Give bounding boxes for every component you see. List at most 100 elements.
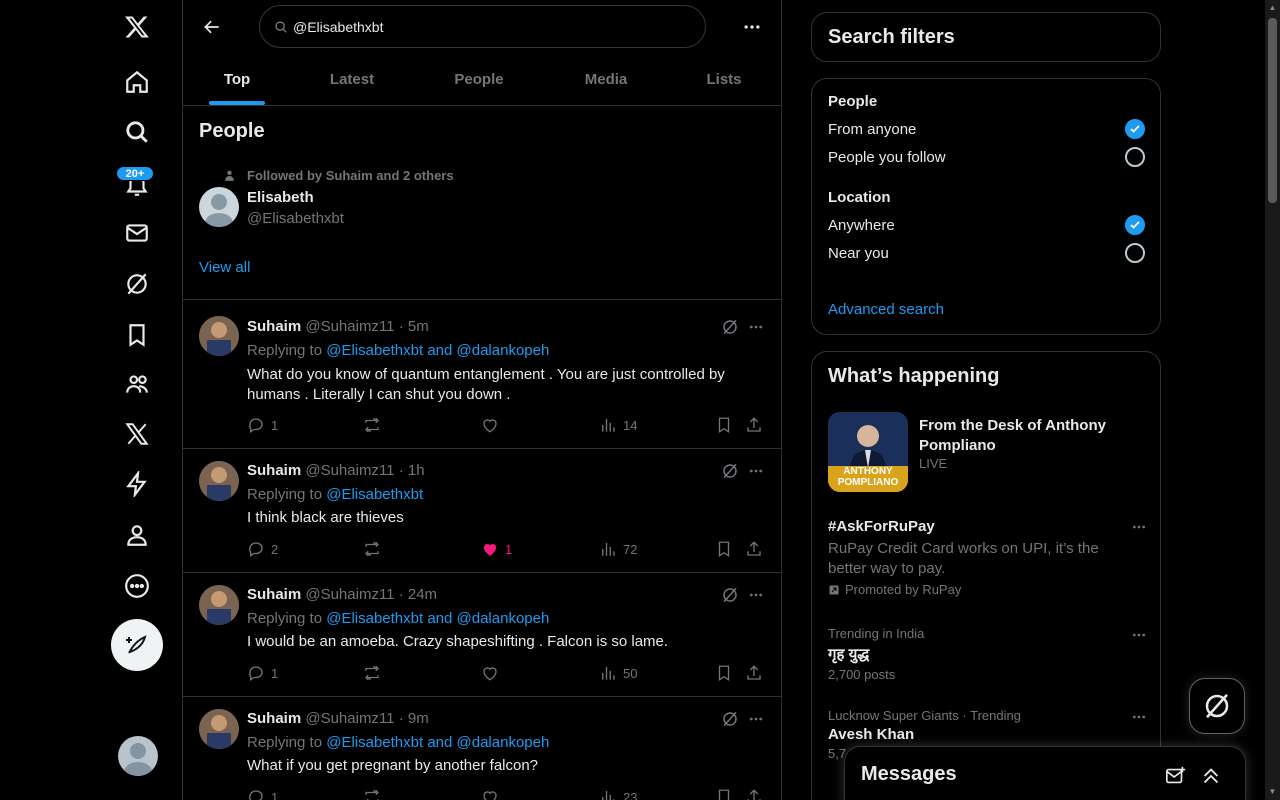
grok-icon[interactable] bbox=[112, 262, 162, 306]
views-button[interactable]: 50 bbox=[599, 664, 637, 682]
bookmark-icon[interactable] bbox=[112, 313, 162, 357]
trend-item[interactable]: Trending in India गृह युद्ध 2,700 posts bbox=[828, 626, 1148, 682]
promoted-line: Promoted by RuPay bbox=[828, 582, 1148, 597]
tweet-handle: @Suhaimz11 bbox=[305, 318, 395, 335]
scroll-down-arrow-icon[interactable]: ▼ bbox=[1268, 787, 1277, 797]
tweet-author-name[interactable]: Suhaim bbox=[247, 586, 301, 603]
share-button[interactable] bbox=[745, 788, 769, 800]
bookmark-icon bbox=[718, 665, 730, 682]
scrollbar-thumb[interactable] bbox=[1268, 18, 1277, 203]
bookmark-button[interactable] bbox=[715, 540, 739, 558]
views-button[interactable]: 72 bbox=[599, 540, 637, 558]
reply-button[interactable]: 2 bbox=[247, 540, 278, 558]
communities-icon[interactable] bbox=[112, 362, 162, 406]
tweet-avatar[interactable] bbox=[199, 316, 239, 356]
near-you-radio[interactable] bbox=[1125, 243, 1145, 263]
more-options-icon[interactable] bbox=[1130, 626, 1148, 644]
tweet[interactable]: Suhaim @Suhaimz11 · 5m Replying to @Elis… bbox=[183, 300, 781, 449]
mail-icon[interactable] bbox=[112, 211, 162, 255]
repost-button[interactable] bbox=[363, 540, 387, 558]
more-options-icon[interactable] bbox=[747, 710, 765, 728]
reply-mentions[interactable]: @Elisabethxbt and @dalankopeh bbox=[326, 610, 549, 627]
x-logo-icon[interactable] bbox=[112, 5, 162, 49]
repost-button[interactable] bbox=[363, 788, 387, 800]
tab-latest[interactable]: Latest bbox=[291, 53, 413, 106]
search-icon[interactable] bbox=[112, 110, 162, 154]
filter-near-you[interactable]: Near you bbox=[828, 245, 889, 262]
filter-from-anyone[interactable]: From anyone bbox=[828, 121, 916, 138]
tab-people[interactable]: People bbox=[413, 53, 545, 106]
more-options-icon[interactable] bbox=[1130, 708, 1148, 726]
trend-item[interactable]: #AskForRuPay RuPay Credit Card works on … bbox=[828, 518, 1148, 597]
views-button[interactable]: 14 bbox=[599, 416, 637, 434]
more-options-icon[interactable] bbox=[747, 318, 765, 336]
like-button[interactable] bbox=[481, 416, 505, 434]
messages-drawer[interactable]: Messages bbox=[844, 746, 1246, 800]
more-options-icon[interactable] bbox=[747, 586, 765, 604]
share-button[interactable] bbox=[745, 416, 769, 434]
tweet-author-name[interactable]: Suhaim bbox=[247, 710, 301, 727]
tweet-avatar[interactable] bbox=[199, 709, 239, 749]
bookmark-button[interactable] bbox=[715, 788, 739, 800]
reply-button[interactable]: 1 bbox=[247, 788, 278, 800]
tweet[interactable]: Suhaim @Suhaimz11 · 1h Replying to @Elis… bbox=[183, 449, 781, 573]
page-scrollbar[interactable]: ▲ ▼ bbox=[1265, 0, 1280, 800]
tweet[interactable]: Suhaim @Suhaimz11 · 24m Replying to @Eli… bbox=[183, 573, 781, 697]
anywhere-radio[interactable] bbox=[1125, 215, 1145, 235]
grok-icon[interactable] bbox=[721, 710, 739, 728]
tweet-author-name[interactable]: Suhaim bbox=[247, 462, 301, 479]
repost-button[interactable] bbox=[363, 664, 387, 682]
like-button[interactable] bbox=[481, 788, 505, 800]
people-you-follow-radio[interactable] bbox=[1125, 147, 1145, 167]
more-options-icon[interactable] bbox=[1130, 518, 1148, 536]
repost-button[interactable] bbox=[363, 416, 387, 434]
advanced-search-link[interactable]: Advanced search bbox=[828, 301, 944, 318]
more-circle-icon[interactable] bbox=[112, 564, 162, 608]
from-anyone-radio[interactable] bbox=[1125, 119, 1145, 139]
grok-icon[interactable] bbox=[721, 586, 739, 604]
tweet-author-name[interactable]: Suhaim bbox=[247, 318, 301, 335]
search-bar[interactable] bbox=[259, 5, 706, 48]
profile-icon[interactable] bbox=[112, 513, 162, 557]
tweet-avatar[interactable] bbox=[199, 585, 239, 625]
expand-chevron-icon[interactable] bbox=[1200, 765, 1222, 787]
back-arrow-icon[interactable] bbox=[199, 14, 225, 40]
like-button[interactable] bbox=[481, 664, 505, 682]
grok-floating-button[interactable] bbox=[1189, 678, 1245, 734]
reply-button[interactable]: 1 bbox=[247, 664, 278, 682]
account-avatar[interactable] bbox=[118, 736, 158, 776]
live-thumbnail[interactable]: ANTHONY POMPLIANO bbox=[828, 412, 908, 492]
grok-icon[interactable] bbox=[721, 462, 739, 480]
user-name[interactable]: Elisabeth bbox=[247, 189, 314, 206]
compose-post-button[interactable] bbox=[111, 619, 163, 671]
view-all-link[interactable]: View all bbox=[199, 259, 250, 276]
filter-anywhere[interactable]: Anywhere bbox=[828, 217, 895, 234]
tab-top[interactable]: Top bbox=[183, 53, 291, 106]
lightning-icon[interactable] bbox=[112, 462, 162, 506]
tab-lists[interactable]: Lists bbox=[667, 53, 781, 106]
more-options-icon[interactable] bbox=[739, 14, 765, 40]
bookmark-button[interactable] bbox=[715, 664, 739, 682]
share-button[interactable] bbox=[745, 540, 769, 558]
reply-mentions[interactable]: @Elisabethxbt bbox=[326, 486, 423, 503]
grok-icon[interactable] bbox=[721, 318, 739, 336]
tweet-avatar[interactable] bbox=[199, 461, 239, 501]
reply-mentions[interactable]: @Elisabethxbt and @dalankopeh bbox=[326, 342, 549, 359]
home-icon[interactable] bbox=[112, 60, 162, 104]
views-button[interactable]: 23 bbox=[599, 788, 637, 800]
premium-x-icon[interactable] bbox=[112, 412, 162, 456]
tweet[interactable]: Suhaim @Suhaimz11 · 9m Replying to @Elis… bbox=[183, 697, 781, 800]
user-avatar[interactable] bbox=[199, 187, 239, 227]
scroll-up-arrow-icon[interactable]: ▲ bbox=[1268, 3, 1277, 13]
new-message-icon[interactable] bbox=[1165, 765, 1187, 787]
bookmark-button[interactable] bbox=[715, 416, 739, 434]
tab-media[interactable]: Media bbox=[545, 53, 667, 106]
like-button[interactable]: 1 bbox=[481, 540, 512, 558]
reply-mentions[interactable]: @Elisabethxbt and @dalankopeh bbox=[326, 734, 549, 751]
more-options-icon[interactable] bbox=[747, 462, 765, 480]
filter-people-you-follow[interactable]: People you follow bbox=[828, 149, 946, 166]
search-input[interactable] bbox=[293, 18, 673, 35]
live-title[interactable]: From the Desk of Anthony Pompliano bbox=[919, 416, 1144, 456]
reply-button[interactable]: 1 bbox=[247, 416, 278, 434]
share-button[interactable] bbox=[745, 664, 769, 682]
